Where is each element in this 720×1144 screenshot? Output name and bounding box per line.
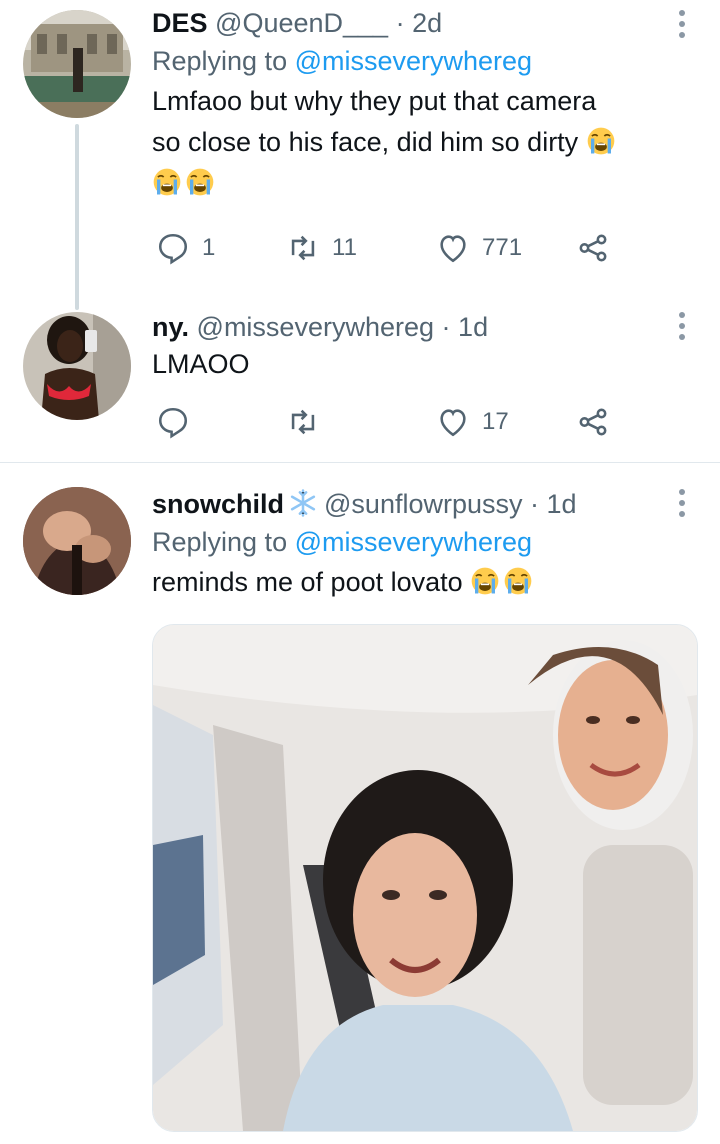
avatar[interactable] (23, 487, 131, 595)
avatar[interactable] (23, 10, 131, 118)
mention-link[interactable]: @misseverywhereg (295, 46, 532, 76)
share-button[interactable] (576, 228, 610, 268)
replying-to-label: Replying to (152, 46, 295, 76)
avatar[interactable] (23, 312, 131, 420)
separator-dot: · (530, 489, 540, 519)
tweet-text-body: reminds me of poot lovato (152, 567, 463, 597)
snowflake-icon (290, 489, 316, 517)
attached-media-image[interactable] (152, 624, 698, 1132)
replying-to: Replying to @misseverywhereg (152, 44, 700, 78)
loudly-crying-face-icon (470, 566, 500, 596)
reply-button[interactable]: 1 (156, 228, 215, 268)
user-handle[interactable]: @sunflowrpussy (324, 489, 522, 519)
tweet-text: Lmfaoo but why they put that camera so c… (152, 81, 700, 204)
share-icon (579, 408, 607, 436)
like-count: 771 (482, 234, 523, 261)
heart-icon (440, 409, 466, 437)
more-options-icon[interactable] (678, 489, 686, 519)
reply-button[interactable] (156, 402, 202, 442)
like-button[interactable]: 771 (436, 228, 522, 268)
retweet-button[interactable] (286, 402, 332, 442)
tweet-ny[interactable]: ny. @misseverywhereg · 1d LMAOO 17 (0, 300, 720, 462)
display-name[interactable]: ny. (152, 312, 189, 342)
user-handle[interactable]: @QueenD___ (215, 8, 388, 38)
tweet-actions: 17 (152, 402, 632, 442)
tweet-header: DES @QueenD___ · 2d (152, 6, 700, 40)
mention-link[interactable]: @misseverywhereg (295, 527, 532, 557)
reply-count: 1 (202, 234, 216, 261)
display-name[interactable]: snowchild (152, 489, 284, 519)
heart-icon (440, 235, 466, 263)
thread-line (75, 124, 79, 310)
tweet-text: reminds me of poot lovato (152, 562, 700, 603)
more-options-icon[interactable] (678, 312, 686, 342)
retweet-button[interactable]: 11 (286, 228, 357, 268)
tweet-text-line: Lmfaoo but why they put that camera (152, 86, 597, 116)
display-name[interactable]: DES (152, 8, 208, 38)
retweet-icon (291, 409, 315, 435)
tweet-actions: 1 11 771 (152, 228, 632, 268)
replying-to-label: Replying to (152, 527, 295, 557)
like-count: 17 (482, 408, 509, 435)
separator-dot: · (441, 312, 451, 342)
replying-to: Replying to @misseverywhereg (152, 525, 700, 559)
reply-icon (158, 407, 188, 439)
timestamp[interactable]: 2d (412, 8, 442, 38)
loudly-crying-face-icon (152, 167, 182, 197)
retweet-icon (291, 235, 315, 261)
timestamp[interactable]: 1d (547, 489, 577, 519)
retweet-count: 11 (332, 234, 357, 261)
tweet-des[interactable]: DES @QueenD___ · 2d Replying to @misseve… (0, 0, 720, 310)
share-icon (579, 234, 607, 262)
tweet-text: LMAOO (152, 349, 250, 379)
like-button[interactable]: 17 (436, 402, 509, 442)
tweet-header: ny. @misseverywhereg · 1d (152, 310, 700, 344)
loudly-crying-face-icon (586, 126, 616, 156)
loudly-crying-face-icon (185, 167, 215, 197)
share-button[interactable] (576, 402, 610, 442)
tweet-header: snowchild @sunflowrpussy · 1d (152, 487, 700, 521)
reply-icon (158, 233, 188, 265)
user-handle[interactable]: @misseverywhereg (197, 312, 434, 342)
separator-dot: · (395, 8, 405, 38)
tweet-text-line: so close to his face, did him so dirty (152, 127, 579, 157)
more-options-icon[interactable] (678, 10, 686, 40)
timestamp[interactable]: 1d (458, 312, 488, 342)
loudly-crying-face-icon (503, 566, 533, 596)
